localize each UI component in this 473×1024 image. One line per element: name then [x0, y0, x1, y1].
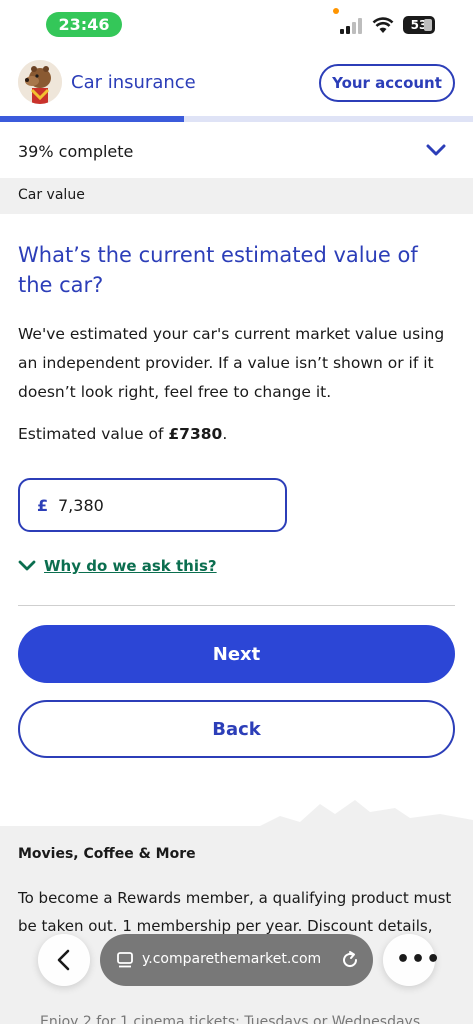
battery-level: [424, 19, 432, 31]
promo-wave-decoration: [0, 800, 473, 830]
address-bar[interactable]: y.comparethemarket.com: [100, 934, 373, 986]
app-header: Car insurance Your account: [0, 48, 473, 116]
section-header: Car value: [0, 178, 473, 214]
chevron-down-icon: [18, 560, 36, 571]
estimate-suffix: .: [222, 425, 228, 443]
battery-icon: 53: [403, 16, 435, 34]
why-do-we-ask-link[interactable]: Why do we ask this?: [44, 557, 217, 575]
promo-title: Movies, Coffee & More: [18, 846, 196, 862]
header-title: Car insurance: [71, 72, 196, 93]
meerkat-logo[interactable]: [18, 60, 62, 104]
progress-text: 39% complete: [18, 142, 134, 161]
page-menu-icon[interactable]: [116, 951, 134, 969]
reload-icon[interactable]: [340, 950, 360, 970]
promo-text: To become a Rewards member, a qualifying…: [18, 889, 452, 935]
why-do-we-ask-toggle[interactable]: Why do we ask this?: [18, 555, 217, 577]
more-options-button[interactable]: •••: [383, 934, 440, 986]
ellipsis-icon: •••: [396, 947, 442, 972]
estimate-value: £7380: [168, 425, 223, 443]
currency-symbol: £: [37, 496, 49, 515]
browser-back-button[interactable]: [38, 934, 90, 986]
chevron-down-icon: [426, 144, 446, 156]
clock: 23:46: [46, 12, 122, 37]
question-description: We've estimated your car's current marke…: [18, 325, 445, 401]
question-heading: What’s the current estimated value of th…: [18, 243, 418, 297]
section-label: Car value: [18, 187, 85, 203]
chevron-left-icon: [57, 949, 70, 971]
estimated-value-text: Estimated value of £7380.: [18, 425, 227, 443]
promo-bullet: Enjoy 2 for 1 cinema tickets: Tuesdays o…: [40, 1014, 421, 1024]
back-button[interactable]: Back: [18, 700, 455, 758]
car-value-input[interactable]: [58, 490, 258, 520]
wifi-icon: [372, 17, 394, 33]
estimate-prefix: Estimated value of: [18, 425, 169, 443]
progress-toggle[interactable]: 39% complete: [0, 122, 473, 178]
rewards-promo: Movies, Coffee & More To become a Reward…: [0, 826, 473, 1024]
meerkat-icon: [18, 60, 62, 104]
cellular-signal-icon: [340, 18, 362, 34]
privacy-indicator-icon: [333, 8, 339, 14]
status-bar: 23:46 53: [0, 0, 473, 48]
next-button[interactable]: Next: [18, 625, 455, 683]
url-text: y.comparethemarket.com: [142, 951, 322, 967]
car-value-field[interactable]: £: [18, 478, 287, 532]
divider: [18, 605, 455, 606]
your-account-button[interactable]: Your account: [319, 64, 455, 102]
